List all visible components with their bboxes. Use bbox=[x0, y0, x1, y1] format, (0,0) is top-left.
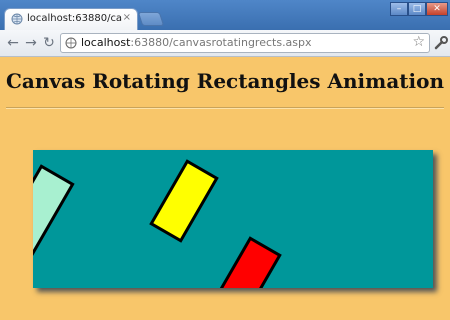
forward-icon[interactable]: → bbox=[22, 34, 40, 52]
tab-close-icon[interactable]: × bbox=[123, 12, 131, 23]
globe-icon bbox=[11, 13, 23, 25]
tab-title: localhost:63880/canvasrotatin bbox=[27, 13, 123, 24]
browser-tab[interactable]: localhost:63880/canvasrotatin × bbox=[4, 8, 138, 30]
yellow-rectangle bbox=[149, 159, 219, 243]
star-icon[interactable]: ☆ bbox=[412, 34, 425, 50]
mint-rectangle bbox=[33, 164, 75, 256]
red-rectangle bbox=[212, 236, 282, 288]
new-tab-button[interactable] bbox=[137, 12, 165, 26]
horizontal-rule bbox=[6, 107, 444, 109]
page-title: Canvas Rotating Rectangles Animation bbox=[6, 69, 444, 93]
minimize-icon[interactable]: – bbox=[390, 2, 408, 16]
wrench-icon[interactable] bbox=[434, 36, 448, 50]
close-icon[interactable]: ✕ bbox=[426, 2, 448, 16]
page-icon bbox=[65, 37, 77, 49]
title-bar: localhost:63880/canvasrotatin × – □ ✕ bbox=[0, 0, 450, 30]
page-content: Canvas Rotating Rectangles Animation bbox=[0, 57, 450, 320]
reload-icon[interactable]: ↻ bbox=[40, 34, 58, 52]
canvas-drawing bbox=[33, 159, 282, 288]
maximize-icon[interactable]: □ bbox=[408, 2, 426, 16]
url-text: localhost:63880/canvasrotatingrects.aspx bbox=[81, 36, 312, 49]
animation-canvas[interactable] bbox=[33, 150, 433, 288]
browser-toolbar: ← → ↻ localhost:63880/canvasrotatingrect… bbox=[0, 30, 450, 57]
address-bar[interactable]: localhost:63880/canvasrotatingrects.aspx… bbox=[60, 33, 430, 53]
back-icon[interactable]: ← bbox=[4, 34, 22, 52]
